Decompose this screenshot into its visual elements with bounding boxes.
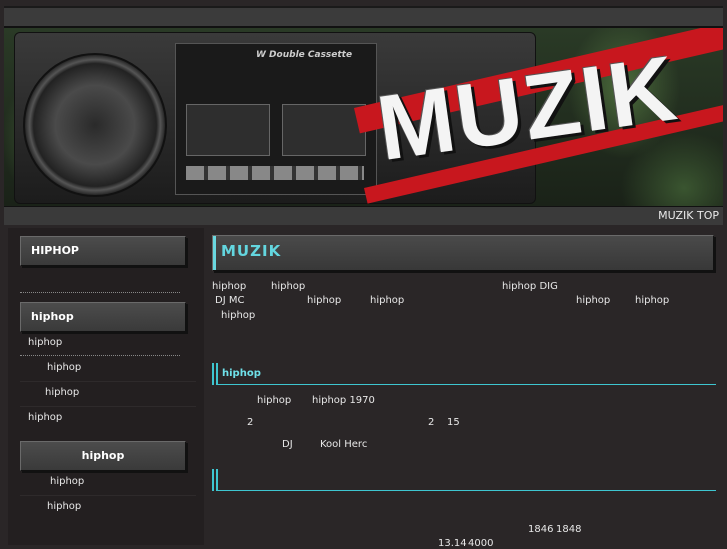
heading-accent [212, 469, 214, 491]
sidebar-heading-label: HIPHOP [31, 244, 79, 257]
cassette-deck-image: W Double Cassette [175, 43, 377, 195]
body-text: hiphop [307, 295, 342, 306]
sidebar-item[interactable]: hiphop [45, 387, 79, 398]
body-text: hiphop [271, 281, 306, 292]
header-banner: W Double Cassette MUZIK [4, 26, 723, 206]
heading-underline [218, 384, 716, 385]
divider [20, 406, 196, 407]
cassette-slot [186, 104, 270, 156]
body-text: hiphop [635, 295, 670, 306]
speaker-image [23, 53, 167, 197]
muzik-top-link[interactable]: MUZIK TOP [658, 209, 719, 222]
sidebar-item[interactable]: hiphop [50, 476, 84, 487]
body-text: 2 [247, 417, 254, 428]
body-text: hiphop [221, 310, 256, 321]
body-text: DJ MC [215, 295, 245, 306]
sidebar-heading-category[interactable]: hiphop [20, 441, 186, 471]
sidebar-heading-label: hiphop [31, 310, 74, 323]
nav-bar: MUZIK TOP [4, 206, 723, 225]
heading-accent [216, 363, 218, 385]
body-text: hiphop [576, 295, 611, 306]
deck-label: W Double Cassette [256, 50, 353, 60]
sidebar-item[interactable]: hiphop [47, 362, 81, 373]
main-content: MUZIK hiphop hiphop hiphop DIG DJ MC hip… [204, 228, 727, 549]
body-text: 15 [447, 417, 460, 428]
section-heading-label: hiphop [222, 368, 261, 379]
section-heading [212, 469, 716, 491]
sidebar-item[interactable]: hiphop [28, 412, 62, 423]
body-text: hiphop [212, 281, 247, 292]
body-text: DJ [282, 439, 293, 450]
deck-buttons [186, 166, 364, 180]
sidebar-heading-label: hiphop [81, 449, 125, 462]
body-text: hiphop DIG [502, 281, 558, 292]
body-text: 13.14 [438, 538, 467, 549]
body-text: 2 [428, 417, 435, 428]
heading-accent [212, 363, 214, 385]
divider [20, 381, 196, 382]
sidebar-heading-hiphop[interactable]: HIPHOP [20, 236, 186, 266]
page-title-box: MUZIK [212, 235, 714, 271]
sidebar-item[interactable]: hiphop [47, 501, 81, 512]
body-text: hiphop [370, 295, 405, 306]
top-bar [4, 6, 723, 28]
body-text: 1848 [556, 524, 582, 535]
sidebar-heading-category[interactable]: hiphop [20, 302, 186, 332]
body-text: hiphop [257, 395, 292, 406]
section-heading: hiphop [212, 363, 716, 385]
divider [20, 355, 180, 356]
body-text: 1846 [528, 524, 554, 535]
body-text: hiphop 1970 [312, 395, 375, 406]
divider [20, 495, 196, 496]
sidebar-item[interactable]: hiphop [28, 337, 62, 348]
body-text: 4000 [468, 538, 494, 549]
divider [20, 292, 180, 293]
heading-underline [218, 490, 716, 491]
cassette-slot [282, 104, 366, 156]
heading-accent [216, 469, 218, 491]
page-title: MUZIK [221, 242, 282, 260]
title-accent [213, 236, 216, 270]
sidebar: HIPHOP hiphop hiphop hiphop hiphop hipho… [8, 228, 204, 545]
body-text: Kool Herc [320, 439, 368, 450]
